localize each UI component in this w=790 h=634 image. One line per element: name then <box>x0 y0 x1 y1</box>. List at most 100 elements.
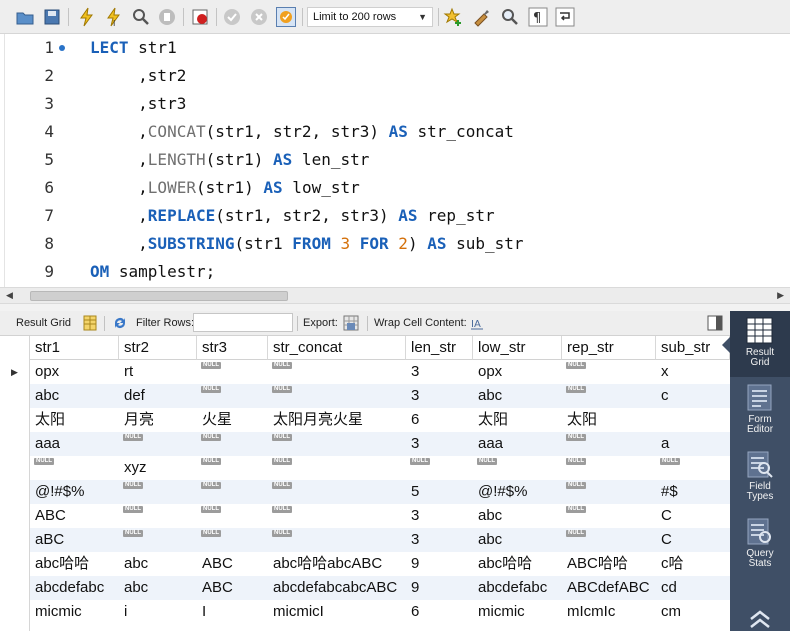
wrap-cell-icon[interactable]: IA <box>469 315 485 331</box>
save-icon[interactable] <box>42 7 62 27</box>
cell-str_concat[interactable]: NULL <box>268 528 406 552</box>
cell-low_str[interactable]: micmic <box>473 600 562 624</box>
cell-str1[interactable]: NULL <box>30 456 119 480</box>
autocommit-icon[interactable] <box>276 7 296 27</box>
cell-str2[interactable]: NULL <box>119 432 197 456</box>
cell-str_concat[interactable]: micmicI <box>268 600 406 624</box>
table-row[interactable]: abcdefabc abc ABC abcdefabcabcABC 9 abcdefabc… <box>30 576 730 600</box>
cell-str2[interactable]: NULL <box>119 480 197 504</box>
cell-str_concat[interactable]: abc哈哈abcABC <box>268 552 406 576</box>
column-header-sub_str[interactable]: sub_str <box>656 336 730 360</box>
cell-str_concat[interactable]: NULL <box>268 480 406 504</box>
cell-str3[interactable]: 火星 <box>197 408 268 432</box>
cell-str3[interactable]: ABC <box>197 576 268 600</box>
cell-str2[interactable]: NULL <box>119 528 197 552</box>
cell-str1[interactable]: aBC <box>30 528 119 552</box>
side-button-field-types[interactable]: Field Types <box>730 445 790 511</box>
cell-sub_str[interactable]: C <box>656 528 730 552</box>
cell-low_str[interactable]: abc <box>473 504 562 528</box>
export-icon[interactable] <box>343 315 359 331</box>
cell-rep_str[interactable]: ABCdefABC <box>562 576 656 600</box>
cell-str2[interactable]: 月亮 <box>119 408 197 432</box>
cell-str3[interactable]: NULL <box>197 432 268 456</box>
sql-editor[interactable]: 1 LECT str1 2 ,str2 3 ,str3 4 ,CONCAT(str1, … <box>0 34 790 287</box>
scroll-left-icon[interactable]: ◀ <box>6 290 13 301</box>
cell-rep_str[interactable]: mIcmIc <box>562 600 656 624</box>
cell-str3[interactable]: NULL <box>197 480 268 504</box>
cell-str1[interactable]: abc哈哈 <box>30 552 119 576</box>
more-chevron-icon[interactable] <box>748 609 772 629</box>
column-header-low_str[interactable]: low_str <box>473 336 562 360</box>
side-button-result-grid[interactable]: Result Grid <box>722 311 790 377</box>
cell-str1[interactable]: ABC <box>30 504 119 528</box>
table-row[interactable]: abc哈哈 abc ABC abc哈哈abcABC 9 abc哈哈 ABC哈哈 c哈 <box>30 552 730 576</box>
side-button-query-stats[interactable]: Query Stats <box>730 512 790 578</box>
cell-str1[interactable]: abc <box>30 384 119 408</box>
cell-str3[interactable]: NULL <box>197 360 268 384</box>
cell-len_str[interactable]: 9 <box>406 552 473 576</box>
filter-rows-input[interactable] <box>193 313 293 332</box>
table-row[interactable]: aaa NULL NULL NULL 3 aaa NULL a <box>30 432 730 456</box>
table-row[interactable]: abc def NULL NULL 3 abc NULL c <box>30 384 730 408</box>
cell-len_str[interactable]: 6 <box>406 408 473 432</box>
cell-str2[interactable]: abc <box>119 576 197 600</box>
cell-rep_str[interactable]: 太阳 <box>562 408 656 432</box>
cell-sub_str[interactable]: cd <box>656 576 730 600</box>
cell-sub_str[interactable]: c <box>656 384 730 408</box>
cell-str_concat[interactable]: NULL <box>268 432 406 456</box>
cell-str1[interactable]: abcdefabc <box>30 576 119 600</box>
cell-str2[interactable]: abc <box>119 552 197 576</box>
commit-icon[interactable] <box>222 7 242 27</box>
invisible-chars-icon[interactable]: ¶ <box>528 7 548 27</box>
cell-len_str[interactable]: 5 <box>406 480 473 504</box>
cell-low_str[interactable]: abc哈哈 <box>473 552 562 576</box>
code-line[interactable]: 1 LECT str1 <box>0 34 790 62</box>
table-row[interactable]: micmic i ImicmicI 6 micmic mIcmIc cm <box>30 600 730 624</box>
cell-rep_str[interactable]: NULL <box>562 480 656 504</box>
cell-rep_str[interactable]: NULL <box>562 528 656 552</box>
table-row[interactable]: ABC NULL NULL NULL 3 abc NULL C <box>30 504 730 528</box>
cell-str_concat[interactable]: NULL <box>268 360 406 384</box>
cell-sub_str[interactable]: #$ <box>656 480 730 504</box>
cell-str3[interactable]: I <box>197 600 268 624</box>
column-header-str1[interactable]: str1 <box>30 336 119 360</box>
cell-len_str[interactable]: NULL <box>406 456 473 480</box>
cell-len_str[interactable]: 6 <box>406 600 473 624</box>
cell-rep_str[interactable]: NULL <box>562 384 656 408</box>
column-header-str2[interactable]: str2 <box>119 336 197 360</box>
cell-str3[interactable]: ABC <box>197 552 268 576</box>
cell-len_str[interactable]: 3 <box>406 432 473 456</box>
editor-horizontal-scrollbar[interactable]: ◀ ▶ <box>0 287 790 304</box>
cell-sub_str[interactable]: C <box>656 504 730 528</box>
cell-sub_str[interactable]: a <box>656 432 730 456</box>
table-row[interactable]: NULL xyz NULL NULL NULL NULL NULL NULL <box>30 456 730 480</box>
table-row[interactable]: aBC NULL NULL NULL 3 abc NULL C <box>30 528 730 552</box>
cell-str1[interactable]: micmic <box>30 600 119 624</box>
cell-low_str[interactable]: abcdefabc <box>473 576 562 600</box>
cell-low_str[interactable]: abc <box>473 384 562 408</box>
cell-len_str[interactable]: 3 <box>406 384 473 408</box>
cell-rep_str[interactable]: ABC哈哈 <box>562 552 656 576</box>
cell-str1[interactable]: opx <box>30 360 119 384</box>
cell-low_str[interactable]: abc <box>473 528 562 552</box>
code-line[interactable]: 7 ,REPLACE(str1, str2, str3) AS rep_str <box>0 202 790 230</box>
table-row[interactable]: opx rt NULL NULL 3 opx NULL x <box>30 360 730 384</box>
grid-icon[interactable] <box>82 315 98 331</box>
code-line[interactable]: 8 ,SUBSTRING(str1 FROM 3 FOR 2) AS sub_s… <box>0 230 790 258</box>
cell-str2[interactable]: xyz <box>119 456 197 480</box>
wrap-icon[interactable] <box>555 7 575 27</box>
cell-str1[interactable]: @!#$% <box>30 480 119 504</box>
code-line[interactable]: 3 ,str3 <box>0 90 790 118</box>
limit-rows-select[interactable]: Limit to 200 rows ▼ <box>307 7 433 27</box>
toggle-panel-icon[interactable] <box>707 315 723 331</box>
cell-str3[interactable]: NULL <box>197 456 268 480</box>
cell-low_str[interactable]: NULL <box>473 456 562 480</box>
column-header-len_str[interactable]: len_str <box>406 336 473 360</box>
cell-low_str[interactable]: aaa <box>473 432 562 456</box>
find-icon[interactable] <box>500 7 520 27</box>
column-header-rep_str[interactable]: rep_str <box>562 336 656 360</box>
cell-str1[interactable]: 太阳 <box>30 408 119 432</box>
execute-current-icon[interactable]: I <box>104 7 124 28</box>
column-header-str3[interactable]: str3 <box>197 336 268 360</box>
cell-sub_str[interactable]: c哈 <box>656 552 730 576</box>
